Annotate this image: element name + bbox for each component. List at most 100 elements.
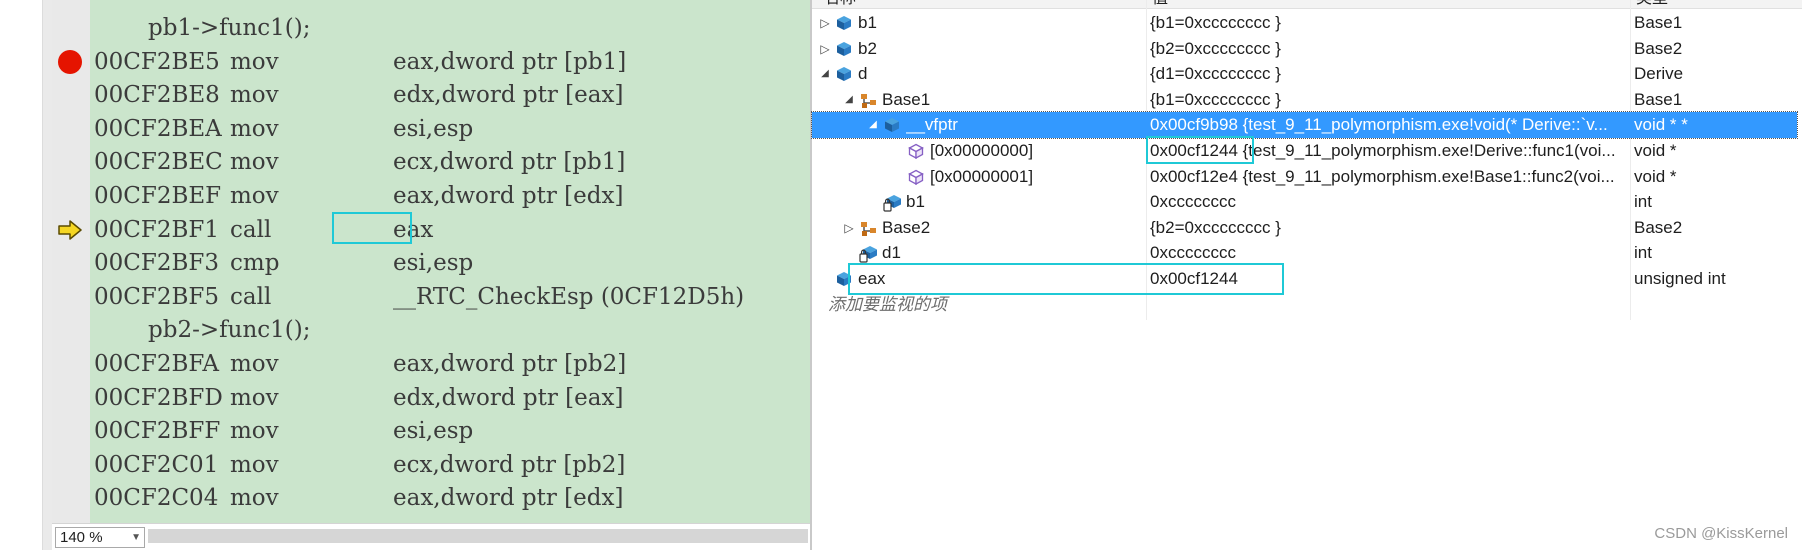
instruction-operands: eax,dword ptr [edx]	[393, 183, 624, 209]
instruction-operands: esi,esp	[393, 250, 474, 277]
asm-line: 00CF2BE8 mov edx,dword ptr [eax]	[90, 78, 810, 112]
zoom-level: 140 %	[60, 529, 103, 546]
element-icon	[907, 143, 925, 160]
watch-name: d	[858, 64, 868, 84]
asm-line: 00CF2C04 mov eax,dword ptr [edx]	[90, 481, 810, 515]
asm-line: 00CF2BF1 call eax	[90, 211, 810, 247]
instruction-opcode: mov	[230, 82, 279, 109]
instruction-address: 00CF2C04	[94, 485, 219, 512]
instruction-address: 00CF2BEA	[94, 115, 222, 142]
instruction-opcode: mov	[230, 115, 279, 142]
column-header-type[interactable]: 类型	[1636, 0, 1668, 9]
instruction-opcode: mov	[230, 183, 279, 209]
watch-type: int	[1634, 192, 1652, 212]
collapse-arrow-icon[interactable]: ◢	[842, 87, 856, 113]
base-class-icon	[859, 220, 877, 236]
left-edge-strip	[0, 0, 42, 550]
add-watch-placeholder[interactable]: 添加要监视的项	[828, 292, 947, 318]
column-header-name[interactable]: 名称	[824, 0, 856, 9]
watch-row[interactable]: [0x00000000] 0x00cf1244 {test_9_11_polymo…	[812, 136, 1797, 164]
variable-icon	[835, 41, 853, 57]
expand-arrow-icon[interactable]: ▷	[818, 36, 832, 62]
instruction-operands: eax,dword ptr [pb1]	[393, 48, 627, 75]
current-instruction-arrow-icon	[58, 219, 82, 240]
breakpoint-icon[interactable]	[58, 49, 82, 74]
glyph-margin[interactable]	[52, 0, 90, 523]
instruction-address: 00CF2BFA	[94, 351, 219, 377]
watch-type: Base2	[1634, 38, 1683, 58]
watch-row[interactable]: b1 0xcccccccc int	[812, 189, 1797, 215]
instruction-operands: edx,dword ptr [eax]	[393, 384, 624, 411]
watch-name: Base1	[882, 89, 931, 109]
asm-line: 00CF2BF3 cmp esi,esp	[90, 246, 810, 280]
watch-value[interactable]: 0xcccccccc	[1150, 189, 1630, 215]
watch-name: [0x00000001]	[930, 166, 1034, 186]
asm-line: 00CF2BFA mov eax,dword ptr [pb2]	[90, 347, 810, 381]
watch-name: __vfptr	[906, 115, 958, 135]
source-line: pb1->func1();	[148, 15, 311, 41]
asm-line: 00CF2BE5 mov eax,dword ptr [pb1]	[90, 45, 810, 79]
variable-icon	[835, 66, 853, 82]
code-area[interactable]: pb1->func1(); 00CF2BE5 mov eax,dword ptr [p…	[90, 0, 810, 523]
watch-value[interactable]: {b1=0xcccccccc }	[1150, 10, 1630, 36]
instruction-operands: esi,esp	[393, 115, 474, 142]
watch-row[interactable]: ▷ b2 {b2=0xcccccccc } Base2	[812, 36, 1797, 62]
operand-highlight-box	[332, 211, 412, 244]
zoom-dropdown[interactable]: 140 % ▼	[55, 527, 145, 548]
asm-line: 00CF2BEA mov esi,esp	[90, 112, 810, 146]
asm-line: 00CF2BEC mov ecx,dword ptr [pb1]	[90, 145, 810, 179]
variable-icon	[883, 117, 901, 133]
watch-value[interactable]: 0x00cf9b98 {test_9_11_polymorphism.exe!v…	[1150, 112, 1630, 138]
watch-value[interactable]: {b2=0xcccccccc }	[1150, 36, 1630, 62]
collapse-arrow-icon[interactable]: ◢	[866, 112, 880, 138]
collapse-arrow-icon[interactable]: ◢	[818, 61, 832, 87]
instruction-address: 00CF2BE8	[94, 82, 220, 109]
watermark: CSDN @KissKernel	[1654, 525, 1788, 542]
watch-name: [0x00000000]	[930, 141, 1034, 160]
watch-value[interactable]: {d1=0xcccccccc }	[1150, 61, 1630, 87]
instruction-address: 00CF2BFD	[94, 384, 223, 411]
watch-name: b1	[858, 13, 877, 32]
instruction-opcode: call	[230, 283, 272, 310]
member-icon	[859, 245, 877, 263]
horizontal-scrollbar[interactable]	[148, 529, 808, 543]
instruction-opcode: call	[230, 216, 272, 243]
instruction-operands: __RTC_CheckEsp (0CF12D5h)	[393, 283, 745, 310]
watch-name: Base2	[882, 217, 931, 237]
chevron-down-icon: ▼	[131, 532, 141, 543]
watch-value[interactable]: {b1=0xcccccccc }	[1150, 87, 1630, 113]
watch-row[interactable]: ▷ Base2 {b2=0xcccccccc } Base2	[812, 215, 1797, 241]
watch-name: b1	[906, 192, 925, 212]
asm-line: 00CF2BF5 call __RTC_CheckEsp (0CF12D5h)	[90, 280, 810, 314]
watch-row[interactable]: ◢ d {d1=0xcccccccc } Derive	[812, 61, 1797, 87]
instruction-operands: esi,esp	[393, 418, 474, 445]
asm-line: 00CF2BFD mov edx,dword ptr [eax]	[90, 381, 810, 415]
watch-row[interactable]: ◢ __vfptr 0x00cf9b98 {test_9_11_polymorphi…	[811, 111, 1798, 140]
column-header-value[interactable]: 值	[1152, 0, 1168, 9]
base-class-icon	[859, 92, 877, 108]
instruction-address: 00CF2BEF	[94, 183, 222, 209]
asm-line: 00CF2C01 mov ecx,dword ptr [pb2]	[90, 448, 810, 482]
instruction-opcode: cmp	[230, 250, 280, 277]
watch-row[interactable]: [0x00000001] 0x00cf12e4 {test_9_11_polymo…	[812, 164, 1797, 190]
instruction-opcode: mov	[230, 485, 279, 512]
expand-arrow-icon[interactable]: ▷	[842, 215, 856, 241]
instruction-operands: ecx,dword ptr [pb1]	[393, 149, 626, 176]
watch-type: Base1	[1634, 89, 1683, 109]
watch-row[interactable]: eax 0x00cf1244 unsigned int	[812, 263, 1797, 295]
instruction-opcode: mov	[230, 451, 279, 478]
watch-type: void * *	[1634, 115, 1688, 135]
watch-row[interactable]: ◢ Base1 {b1=0xcccccccc } Base1	[812, 87, 1797, 113]
watch-type: int	[1634, 243, 1652, 263]
instruction-operands: edx,dword ptr [eax]	[393, 82, 624, 109]
watch-name: b2	[858, 38, 877, 58]
watch-value[interactable]: 0x00cf12e4 {test_9_11_polymorphism.exe!B…	[1150, 164, 1630, 190]
watch-row[interactable]: ▷ b1 {b1=0xcccccccc } Base1	[812, 10, 1797, 36]
value-highlight-box	[1146, 136, 1254, 164]
watch-type: Base1	[1634, 13, 1683, 32]
expand-arrow-icon[interactable]: ▷	[818, 10, 832, 36]
watch-value[interactable]: {b2=0xcccccccc }	[1150, 215, 1630, 241]
watch-pane: 名称 值 类型 ▷b1{b1=0xcccccccc }Base1▷b2{b2=0…	[811, 0, 1802, 550]
variable-icon	[835, 15, 853, 31]
watch-type: void *	[1634, 141, 1677, 160]
